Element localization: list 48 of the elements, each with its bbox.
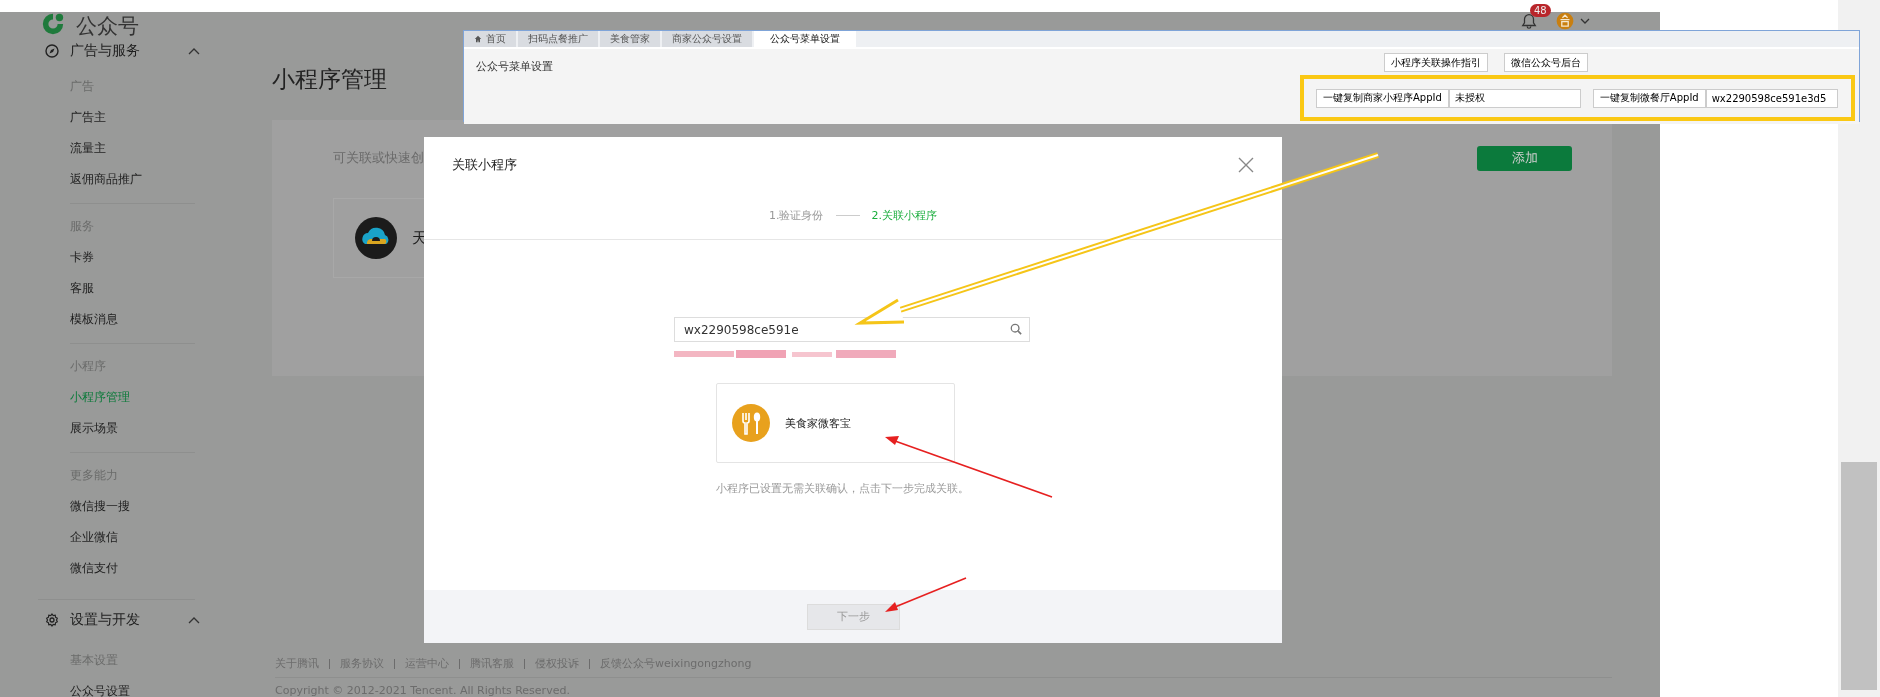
avatar-icon[interactable] <box>1556 12 1574 30</box>
notification-badge: 48 <box>1530 4 1551 17</box>
home-icon <box>474 35 482 43</box>
sidebar-item[interactable]: 卡券 <box>70 249 94 266</box>
sidebar-item[interactable]: 流量主 <box>70 140 106 157</box>
bell-icon[interactable] <box>1520 12 1538 30</box>
sidebar-item[interactable]: 微信支付 <box>70 560 118 577</box>
tab[interactable]: 公众号菜单设置 <box>754 31 856 47</box>
caret-icon[interactable] <box>1580 18 1590 24</box>
inset-heading: 公众号菜单设置 <box>476 60 553 73</box>
tab[interactable]: 美食管家 <box>600 31 660 47</box>
tab[interactable]: 扫码点餐推广 <box>518 31 598 47</box>
sidebar-item[interactable]: 客服 <box>70 280 94 297</box>
dialog-title: 关联小程序 <box>452 155 518 174</box>
mini-program-name: 美食家微客宝 <box>785 415 851 431</box>
page-title: 小程序管理 <box>272 65 387 94</box>
chevron-icon[interactable] <box>188 616 200 624</box>
guide-button[interactable]: 小程序关联操作指引 <box>1384 53 1488 72</box>
tab[interactable]: 首页 <box>464 31 516 47</box>
close-icon[interactable] <box>1238 156 1254 173</box>
sidebar-item[interactable]: 返佣商品推广 <box>70 171 142 188</box>
appid-field[interactable]: wx2290598ce591e3d5 <box>1705 88 1838 108</box>
sidebar-item[interactable]: 模板消息 <box>70 311 118 328</box>
compass-icon <box>45 44 59 58</box>
fork-spoon-icon <box>731 403 771 443</box>
scrollbar-thumb[interactable] <box>1841 462 1877 690</box>
sidebar-section-title[interactable]: 广告与服务 <box>70 42 140 60</box>
sidebar-section-title[interactable]: 设置与开发 <box>70 611 140 629</box>
sidebar-item[interactable]: 展示场景 <box>70 420 118 437</box>
guide-button[interactable]: 微信公众号后台 <box>1504 53 1588 72</box>
app-title: 公众号 <box>76 13 139 40</box>
settings-icon <box>45 613 59 627</box>
hint-text: 小程序已设置无需关联确认，点击下一步完成关联。 <box>716 481 970 497</box>
add-button[interactable]: 添加 <box>1477 145 1572 171</box>
step-label: 2.关联小程序 <box>871 208 937 223</box>
step-label: 1.验证身份 <box>769 208 824 223</box>
sidebar-item[interactable]: 广告主 <box>70 109 106 126</box>
sidebar-item[interactable]: 公众号设置 <box>70 683 130 697</box>
copy-appid-button[interactable]: 一键复制商家小程序AppId <box>1316 88 1449 108</box>
mini-program-card[interactable]: 美食家微客宝 <box>716 383 955 463</box>
copy-appid-button[interactable]: 一键复制微餐厅AppId <box>1592 88 1706 108</box>
sidebar-item[interactable]: 企业微信 <box>70 529 118 546</box>
sidebar-item[interactable]: 微信搜一搜 <box>70 498 130 515</box>
appid-field[interactable]: 未授权 <box>1448 88 1581 108</box>
tab[interactable]: 商家公众号设置 <box>662 31 752 47</box>
search-icon[interactable] <box>1010 323 1022 335</box>
cloud-logo-icon <box>354 216 398 260</box>
chevron-icon[interactable] <box>188 47 200 55</box>
